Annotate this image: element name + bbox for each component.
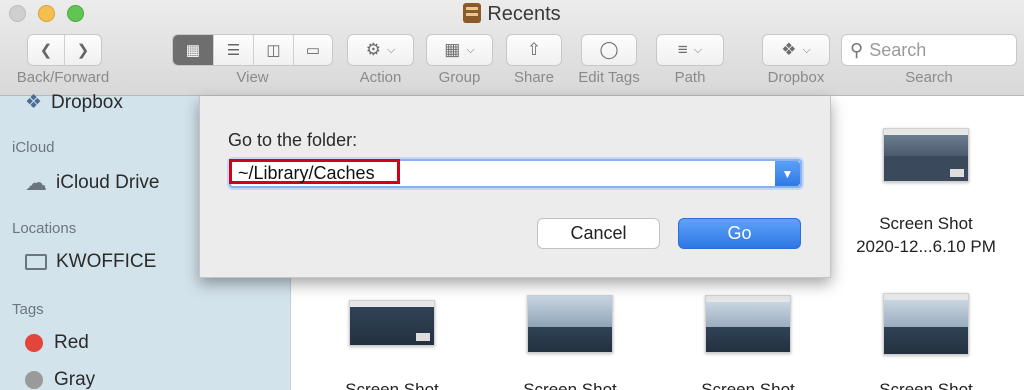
chevron-down-icon: ⌵ xyxy=(386,43,396,56)
chevron-down-icon: ⌵ xyxy=(693,43,703,56)
back-forward-control: ❮ ❯ xyxy=(27,34,102,66)
tag-icon: ◯ xyxy=(599,40,619,59)
go-to-folder-dialog: Go to the folder: ~/Library/Caches ▼ Can… xyxy=(199,96,831,278)
window-title: Recents xyxy=(0,3,1024,26)
forward-button[interactable]: ❯ xyxy=(65,35,101,65)
sidebar-item-kwoffice[interactable]: KWOFFICE xyxy=(25,251,156,273)
path-list-icon: ≡ xyxy=(677,40,688,59)
gray-tag-icon xyxy=(25,371,43,389)
sidebar-item-dropbox[interactable]: ❖ Dropbox xyxy=(25,91,123,114)
dropbox-button[interactable]: ❖ ⌵ xyxy=(762,34,830,66)
path-button[interactable]: ≡ ⌵ xyxy=(656,34,724,66)
chevron-down-icon: ▼ xyxy=(781,166,794,181)
thumbnail-image xyxy=(884,135,968,156)
chevron-down-icon: ⌵ xyxy=(802,43,811,56)
sidebar-item-label: KWOFFICE xyxy=(56,251,157,272)
dialog-prompt: Go to the folder: xyxy=(228,130,358,150)
action-button[interactable]: ⚙ ⌵ xyxy=(347,34,414,66)
list-icon: ☰ xyxy=(226,42,241,59)
red-tag-icon xyxy=(25,334,43,352)
sidebar-heading-icloud: iCloud xyxy=(12,139,55,156)
chevron-left-icon: ❮ xyxy=(39,42,53,59)
computer-icon xyxy=(25,254,47,270)
file-name-partial: Screen Shot xyxy=(523,380,617,390)
column-view-button[interactable]: ◫ xyxy=(254,35,294,65)
edit-tags-button[interactable]: ◯ xyxy=(581,34,637,66)
grid-icon: ▦ xyxy=(185,42,201,59)
chevron-down-icon: ⌵ xyxy=(466,43,475,56)
back-button[interactable]: ❮ xyxy=(28,35,65,65)
action-label: Action xyxy=(359,69,402,86)
thumbnail-detail xyxy=(416,333,430,341)
group-label: Group xyxy=(438,69,481,86)
search-label: Search xyxy=(905,69,953,86)
thumbnail-water xyxy=(706,326,790,352)
share-button[interactable]: ⇧ xyxy=(506,34,562,66)
sidebar-item-tag-red[interactable]: Red xyxy=(25,332,89,354)
file-thumbnail[interactable] xyxy=(883,293,969,355)
folder-path-input[interactable]: ~/Library/Caches ▼ xyxy=(229,159,802,188)
dropbox-icon: ❖ xyxy=(25,92,43,113)
file-thumbnail[interactable] xyxy=(349,300,435,346)
sidebar-item-label: iCloud Drive xyxy=(56,172,160,193)
toolbar: Recents ❮ ❯ Back/Forward ▦ ☰ ◫ ▭ View ⚙ ⌵… xyxy=(0,0,1024,96)
gallery-view-button[interactable]: ▭ xyxy=(294,35,332,65)
sidebar-item-icloud-drive[interactable]: ☁ iCloud Drive xyxy=(25,170,159,196)
thumbnail-sky xyxy=(528,296,612,327)
list-view-button[interactable]: ☰ xyxy=(214,35,254,65)
cancel-button[interactable]: Cancel xyxy=(537,218,660,249)
gear-icon: ⚙ xyxy=(365,40,381,59)
view-label: View xyxy=(236,69,269,86)
chevron-right-icon: ❯ xyxy=(76,42,90,59)
file-name-partial: Screen Shot xyxy=(701,380,795,390)
group-grid-icon: ▦ xyxy=(444,40,461,59)
share-icon: ⇧ xyxy=(526,40,542,59)
sidebar-heading-tags: Tags xyxy=(12,301,44,318)
icon-view-button[interactable]: ▦ xyxy=(173,35,214,65)
file-name-line1: Screen Shot xyxy=(879,214,973,233)
search-input[interactable]: ⚲ Search xyxy=(841,34,1017,66)
file-thumbnail[interactable] xyxy=(705,295,791,353)
search-placeholder: Search xyxy=(869,39,927,60)
thumbnail-titlebar xyxy=(350,301,434,307)
columns-icon: ◫ xyxy=(266,42,281,59)
thumbnail-water xyxy=(884,327,968,354)
share-label: Share xyxy=(513,69,555,86)
thumbnail-detail xyxy=(950,169,964,177)
sidebar-item-label: Gray xyxy=(54,369,96,390)
file-name-line2: 2020-12...6.10 PM xyxy=(856,237,996,256)
sidebar-item-label: Red xyxy=(54,332,89,353)
folder-path-value[interactable]: ~/Library/Caches xyxy=(229,159,400,184)
window-title-text: Recents xyxy=(487,3,561,25)
sidebar-item-tag-gray[interactable]: Gray xyxy=(25,369,95,390)
thumbnail-water xyxy=(528,326,612,352)
dropbox-icon: ❖ xyxy=(781,40,797,59)
path-label: Path xyxy=(674,69,706,86)
file-name-partial: Screen Shot xyxy=(879,380,973,390)
path-history-dropdown[interactable]: ▼ xyxy=(775,161,800,186)
edit-tags-label: Edit Tags xyxy=(578,69,640,86)
go-button[interactable]: Go xyxy=(678,218,801,249)
file-name-partial: Screen Shot xyxy=(345,380,439,390)
sidebar-heading-locations: Locations xyxy=(12,220,77,237)
dropbox-label: Dropbox xyxy=(767,69,825,86)
view-control: ▦ ☰ ◫ ▭ xyxy=(172,34,333,66)
file-thumbnail[interactable] xyxy=(527,295,613,353)
recents-icon xyxy=(463,3,482,23)
group-button[interactable]: ▦ ⌵ xyxy=(426,34,493,66)
search-icon: ⚲ xyxy=(850,39,864,60)
cloud-icon: ☁ xyxy=(25,170,47,195)
file-thumbnail[interactable] xyxy=(883,128,969,182)
sidebar-item-label: Dropbox xyxy=(51,91,123,113)
gallery-icon: ▭ xyxy=(305,42,321,59)
back-forward-label: Back/Forward xyxy=(16,69,110,86)
